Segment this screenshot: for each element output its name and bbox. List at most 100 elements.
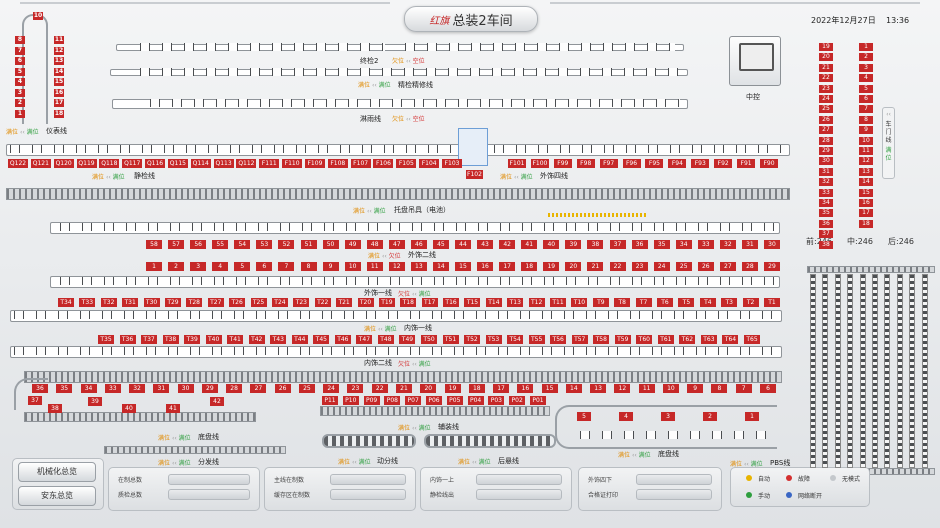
buffer-left-19[interactable]: 19 [819, 43, 833, 51]
station-T41[interactable]: T41 [227, 335, 244, 344]
station-d23[interactable]: 23 [347, 384, 364, 393]
station-d24[interactable]: 24 [323, 384, 340, 393]
station-Q115[interactable]: Q115 [167, 159, 188, 168]
station-39[interactable]: 39 [565, 240, 582, 249]
station-18[interactable]: 18 [521, 262, 538, 271]
station-T51[interactable]: T51 [442, 335, 459, 344]
station-T45[interactable]: T45 [313, 335, 330, 344]
station-P05[interactable]: P05 [446, 396, 463, 405]
station-5[interactable]: 5 [234, 262, 251, 271]
station-51[interactable]: 51 [300, 240, 317, 249]
loop-station-12[interactable]: 12 [54, 46, 64, 55]
station-37[interactable]: 37 [609, 240, 626, 249]
station-T61[interactable]: T61 [657, 335, 674, 344]
station-d9[interactable]: 9 [687, 384, 704, 393]
station-57[interactable]: 57 [168, 240, 185, 249]
chassis2-station-5[interactable]: 5 [577, 412, 591, 421]
loop-station-6[interactable]: 6 [15, 57, 25, 65]
buffer-right-4[interactable]: 4 [859, 74, 873, 83]
loop-station-14[interactable]: 14 [54, 67, 64, 76]
station-F90[interactable]: F90 [760, 159, 778, 168]
buffer-left-29[interactable]: 29 [819, 147, 833, 155]
station-P10[interactable]: P10 [342, 396, 359, 405]
station-44[interactable]: 44 [455, 240, 471, 249]
station-T34[interactable]: T34 [58, 298, 74, 307]
station-32[interactable]: 32 [719, 240, 736, 249]
station-d22[interactable]: 22 [371, 384, 388, 393]
station-T48[interactable]: T48 [377, 335, 394, 344]
buffer-left-20[interactable]: 20 [819, 53, 833, 62]
buffer-right-6[interactable]: 6 [859, 95, 873, 103]
station-F94[interactable]: F94 [668, 159, 687, 168]
station-T49[interactable]: T49 [399, 335, 416, 344]
buffer-right-13[interactable]: 13 [859, 167, 873, 176]
station-d19[interactable]: 19 [444, 384, 461, 393]
station-Q112[interactable]: Q112 [236, 159, 257, 168]
chassis2-station-3[interactable]: 3 [661, 412, 675, 421]
buffer-right-10[interactable]: 10 [859, 136, 873, 145]
station-d25[interactable]: 25 [298, 384, 315, 393]
station-F93[interactable]: F93 [691, 159, 710, 168]
station-53[interactable]: 53 [256, 240, 273, 249]
station-50[interactable]: 50 [322, 240, 339, 249]
buffer-left-31[interactable]: 31 [819, 167, 833, 176]
station-d16[interactable]: 16 [517, 384, 534, 393]
loop-station-7[interactable]: 7 [15, 46, 25, 55]
station-T26[interactable]: T26 [229, 298, 246, 307]
loop-station-18[interactable]: 18 [54, 109, 64, 118]
station-9[interactable]: 9 [322, 262, 339, 271]
buffer-left-34[interactable]: 34 [819, 199, 833, 207]
station-T22[interactable]: T22 [314, 298, 331, 307]
station-d14[interactable]: 14 [565, 384, 582, 393]
station-T20[interactable]: T20 [357, 298, 374, 307]
buffer-left-38[interactable]: 38 [819, 240, 833, 249]
loop-station-11[interactable]: 11 [54, 36, 64, 44]
station-Q121[interactable]: Q121 [30, 159, 51, 168]
chassis-station-39[interactable]: 39 [88, 397, 102, 406]
station-T8[interactable]: T8 [614, 298, 631, 307]
station-2[interactable]: 2 [168, 262, 185, 271]
station-T10[interactable]: T10 [571, 298, 588, 307]
station-T2[interactable]: T2 [742, 298, 759, 307]
buffer-right-17[interactable]: 17 [859, 209, 873, 218]
station-T17[interactable]: T17 [421, 298, 438, 307]
station-55[interactable]: 55 [212, 240, 229, 249]
station-d32[interactable]: 32 [129, 384, 146, 393]
station-T43[interactable]: T43 [270, 335, 287, 344]
station-36[interactable]: 36 [631, 240, 648, 249]
chassis-station-37[interactable]: 37 [28, 396, 42, 405]
station-Q117[interactable]: Q117 [122, 159, 143, 168]
station-45[interactable]: 45 [432, 240, 449, 249]
station-T35[interactable]: T35 [98, 335, 114, 344]
station-d13[interactable]: 13 [590, 384, 607, 393]
station-T39[interactable]: T39 [184, 335, 201, 344]
buffer-left-25[interactable]: 25 [819, 105, 833, 114]
station-T11[interactable]: T11 [550, 298, 567, 307]
station-d11[interactable]: 11 [638, 384, 655, 393]
station-F105[interactable]: F105 [396, 159, 417, 168]
station-T42[interactable]: T42 [248, 335, 265, 344]
chassis2-station-2[interactable]: 2 [703, 412, 717, 421]
station-T62[interactable]: T62 [679, 335, 696, 344]
station-29[interactable]: 29 [764, 262, 780, 271]
buffer-left-21[interactable]: 21 [819, 63, 833, 72]
station-49[interactable]: 49 [344, 240, 361, 249]
station-d7[interactable]: 7 [735, 384, 752, 393]
station-8[interactable]: 8 [300, 262, 317, 271]
station-T31[interactable]: T31 [122, 298, 139, 307]
station-T64[interactable]: T64 [722, 335, 739, 344]
station-T33[interactable]: T33 [79, 298, 96, 307]
buffer-left-33[interactable]: 33 [819, 188, 833, 197]
station-56[interactable]: 56 [190, 240, 207, 249]
chassis-station-40[interactable]: 40 [122, 404, 136, 413]
station-12[interactable]: 12 [388, 262, 405, 271]
station-27[interactable]: 27 [719, 262, 736, 271]
station-d33[interactable]: 33 [104, 384, 121, 393]
station-d12[interactable]: 12 [614, 384, 631, 393]
station-30[interactable]: 30 [764, 240, 780, 249]
station-F106[interactable]: F106 [373, 159, 394, 168]
station-d34[interactable]: 34 [80, 384, 97, 393]
loop-station-2[interactable]: 2 [15, 99, 25, 107]
station-15[interactable]: 15 [455, 262, 471, 271]
station-T12[interactable]: T12 [528, 298, 545, 307]
